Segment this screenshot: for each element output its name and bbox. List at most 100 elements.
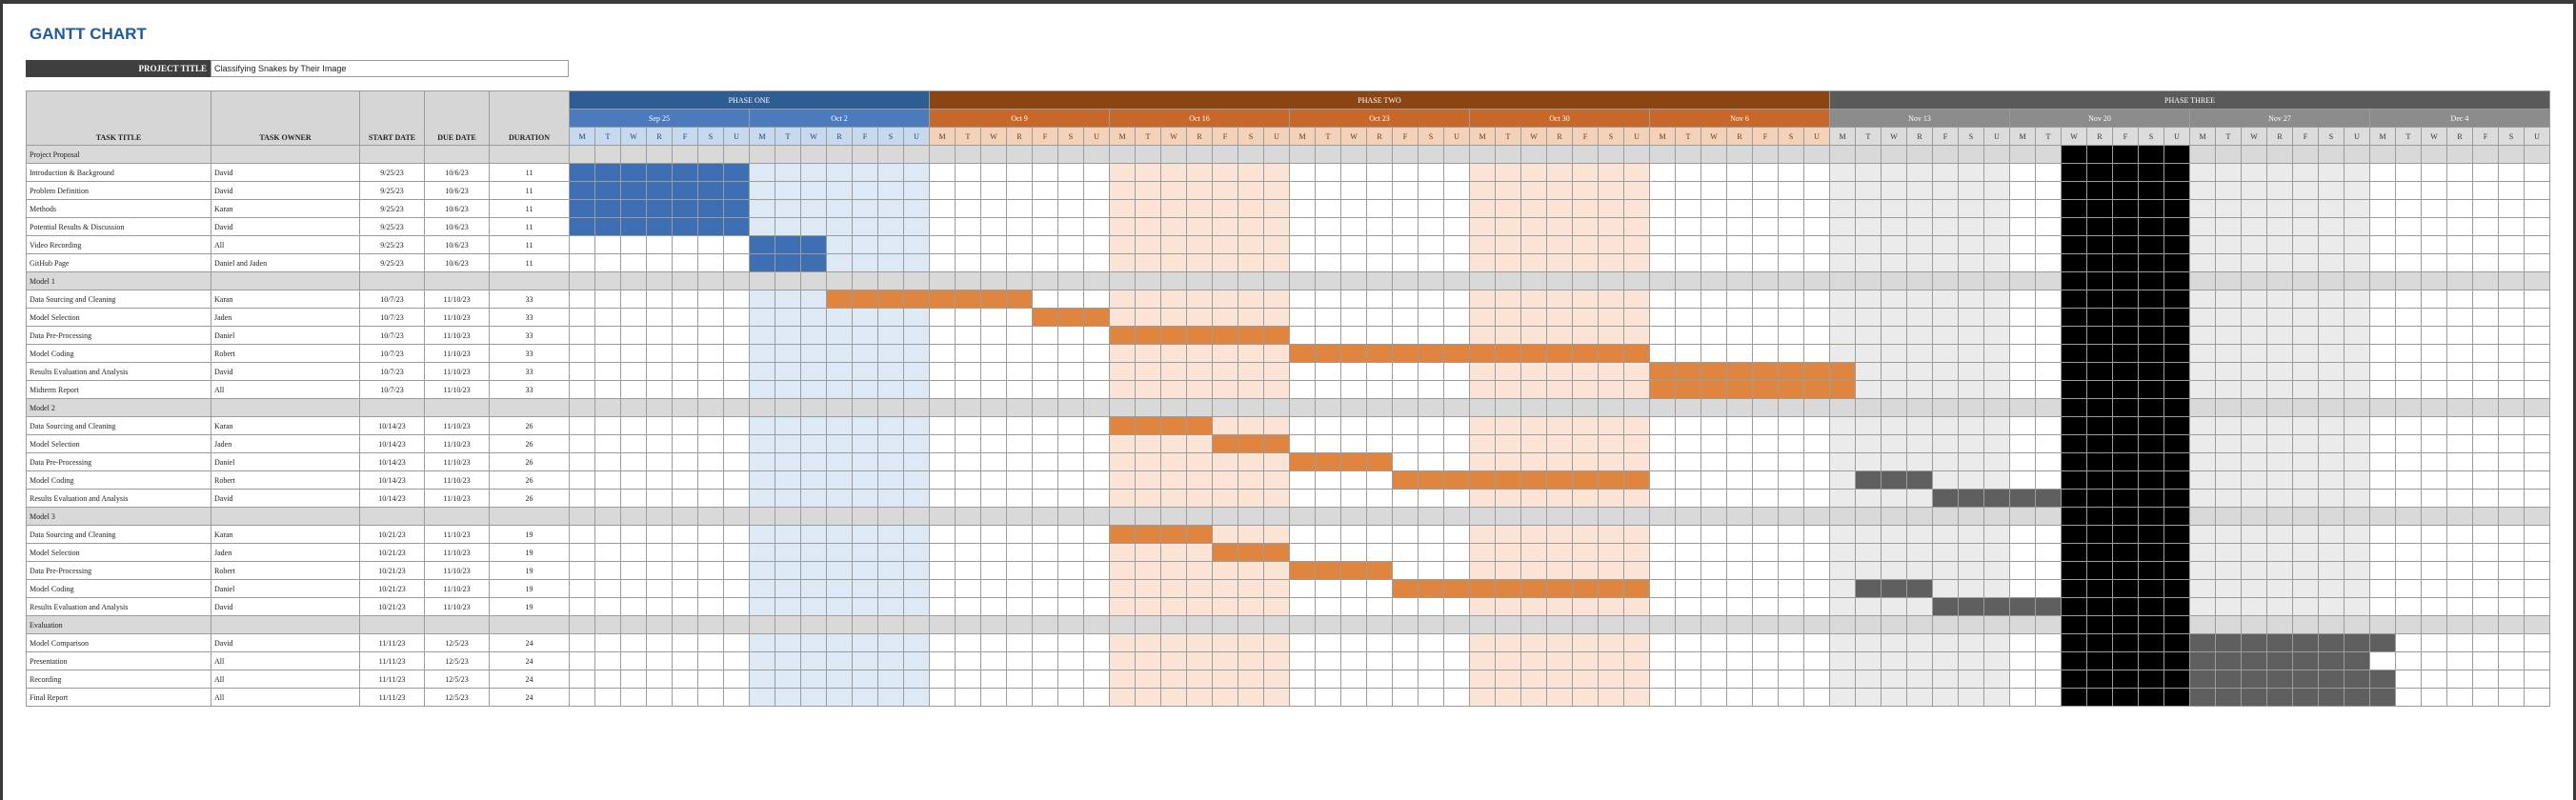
day-cell[interactable] [1520,543,1547,562]
day-cell[interactable] [1803,670,1830,689]
day-cell[interactable] [1803,651,1830,670]
day-cell[interactable] [1958,398,1984,417]
day-cell[interactable] [1340,380,1367,399]
gantt-bar-cell[interactable] [1726,380,1753,399]
day-cell[interactable] [1212,597,1238,616]
day-cell[interactable] [2292,181,2319,200]
day-cell[interactable] [2112,579,2139,598]
day-cell[interactable] [2498,597,2525,616]
day-cell[interactable] [2524,398,2550,417]
day-cell[interactable] [1598,145,1624,164]
start-date-cell[interactable]: 11/11/23 [359,651,425,670]
day-cell[interactable] [1881,163,1907,182]
day-cell[interactable] [1032,434,1058,453]
day-cell[interactable] [2266,290,2293,309]
day-cell[interactable] [1263,271,1290,290]
day-cell[interactable] [2395,579,2422,598]
day-cell[interactable] [1778,217,1804,236]
day-cell[interactable] [1238,163,1264,182]
day-cell[interactable] [1057,561,1084,580]
day-cell[interactable] [2215,235,2242,254]
day-cell[interactable] [1752,561,1779,580]
gantt-bar-cell[interactable] [2369,633,2396,652]
due-date-cell[interactable]: 12/5/23 [424,633,490,652]
day-cell[interactable] [826,633,853,652]
day-cell[interactable] [1778,525,1804,544]
day-cell[interactable] [1263,163,1290,182]
day-cell[interactable] [2266,344,2293,363]
day-cell[interactable] [800,344,827,363]
day-cell[interactable] [672,326,698,345]
day-cell[interactable] [672,362,698,381]
day-cell[interactable] [1109,217,1136,236]
day-cell[interactable] [1340,507,1367,526]
day-cell[interactable] [877,308,904,327]
day-cell[interactable] [2524,670,2550,689]
day-cell[interactable] [929,253,956,272]
day-cell[interactable] [1726,163,1753,182]
day-cell[interactable] [569,326,595,345]
day-cell[interactable] [2446,651,2473,670]
day-cell[interactable] [1263,507,1290,526]
task-title-cell[interactable]: Methods [26,199,211,218]
day-cell[interactable] [2472,525,2499,544]
day-cell[interactable] [2112,308,2139,327]
day-cell[interactable] [1057,452,1084,471]
day-cell[interactable] [1418,308,1444,327]
day-cell[interactable] [2421,145,2447,164]
day-cell[interactable] [1263,651,1290,670]
day-cell[interactable] [1572,416,1599,435]
day-cell[interactable] [1829,615,1856,634]
day-cell[interactable] [980,271,1007,290]
day-cell[interactable] [877,416,904,435]
day-cell[interactable] [1469,615,1496,634]
day-cell[interactable] [1906,163,1933,182]
day-cell[interactable] [1418,525,1444,544]
day-cell[interactable] [1906,633,1933,652]
day-cell[interactable] [1752,416,1779,435]
gantt-bar-cell[interactable] [1726,362,1753,381]
day-cell[interactable] [2035,615,2062,634]
day-cell[interactable] [1958,271,1984,290]
day-cell[interactable] [749,615,775,634]
day-cell[interactable] [955,344,981,363]
day-cell[interactable] [852,507,878,526]
day-cell[interactable] [672,688,698,707]
day-cell[interactable] [955,470,981,490]
day-cell[interactable] [1520,199,1547,218]
day-cell[interactable] [1649,543,1676,562]
gantt-bar-cell[interactable] [1701,362,1727,381]
day-cell[interactable] [1906,362,1933,381]
day-cell[interactable] [903,489,930,508]
gantt-bar-cell[interactable] [1212,434,1238,453]
day-cell[interactable] [852,271,878,290]
day-cell[interactable] [1932,507,1959,526]
day-cell[interactable] [852,416,878,435]
section-cell[interactable] [424,507,490,526]
day-cell[interactable] [569,561,595,580]
day-cell[interactable] [826,199,853,218]
day-cell[interactable] [1238,398,1264,417]
day-cell[interactable] [1803,470,1830,490]
day-cell[interactable] [1418,489,1444,508]
day-cell[interactable] [980,145,1007,164]
day-cell[interactable] [775,651,801,670]
day-cell[interactable] [2421,579,2447,598]
gantt-bar-cell[interactable] [1263,434,1290,453]
day-cell[interactable] [1135,543,1161,562]
day-cell[interactable] [2035,253,2062,272]
day-cell[interactable] [2524,416,2550,435]
day-cell[interactable] [2498,452,2525,471]
day-cell[interactable] [2112,199,2139,218]
day-cell[interactable] [2189,271,2216,290]
day-cell[interactable] [1803,434,1830,453]
day-cell[interactable] [1572,362,1599,381]
gantt-bar-cell[interactable] [1495,579,1521,598]
day-cell[interactable] [1983,308,2010,327]
day-cell[interactable] [1855,561,1882,580]
day-cell[interactable] [1983,235,2010,254]
day-cell[interactable] [1829,326,1856,345]
day-cell[interactable] [1572,235,1599,254]
day-cell[interactable] [2446,507,2473,526]
day-cell[interactable] [1701,651,1727,670]
